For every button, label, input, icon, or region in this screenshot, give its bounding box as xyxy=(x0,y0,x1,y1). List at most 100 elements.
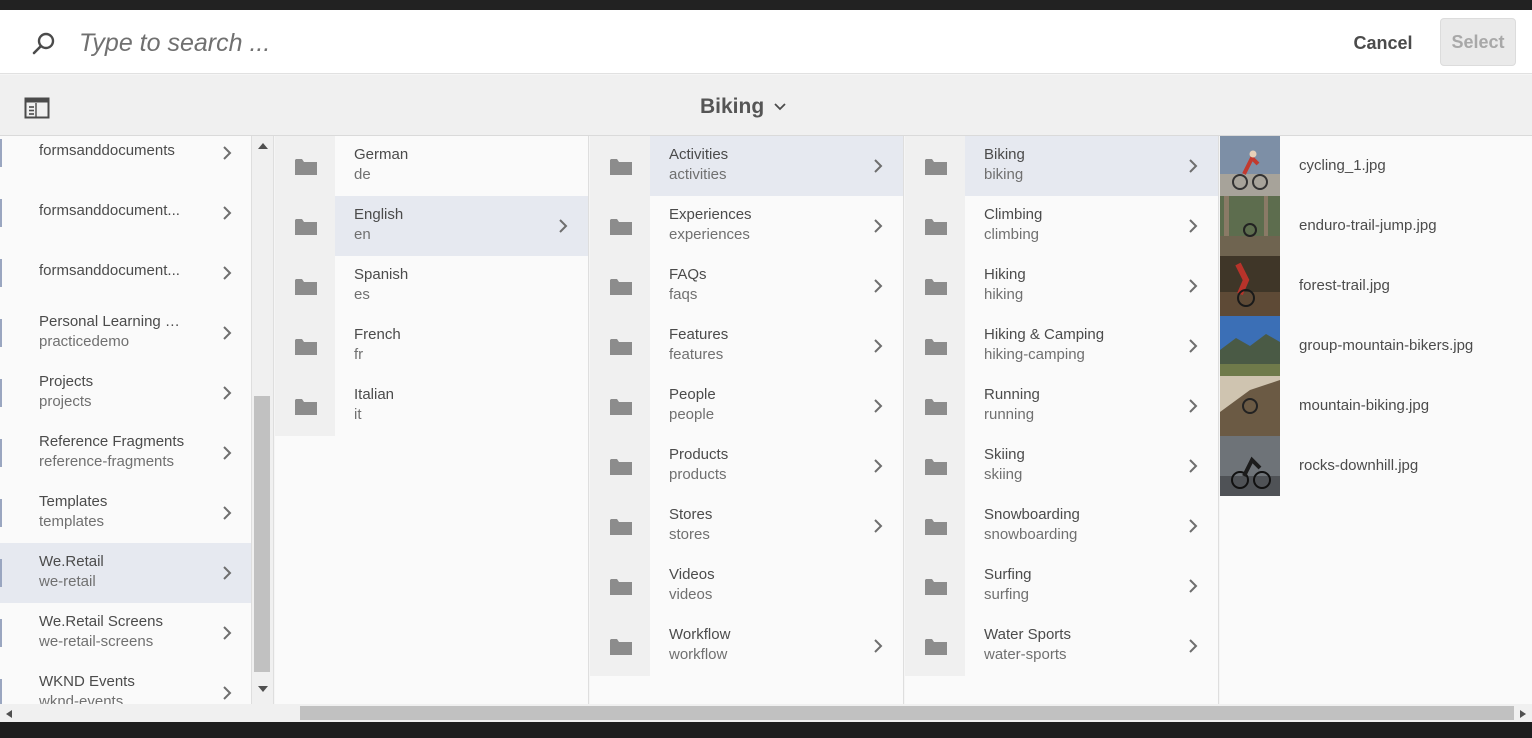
image-thumbnail xyxy=(1220,376,1280,436)
scroll-right-arrow-icon[interactable] xyxy=(1519,709,1527,719)
item-title: People xyxy=(669,386,716,403)
list-item[interactable]: WKND Events wknd-events xyxy=(0,663,251,704)
list-item[interactable]: Snowboarding snowboarding xyxy=(905,496,1218,556)
chevron-right-icon xyxy=(1189,279,1198,293)
list-item[interactable]: We.Retail Screens we-retail-screens xyxy=(0,603,251,663)
image-thumbnail xyxy=(1220,256,1280,316)
item-title: formsanddocument... xyxy=(39,202,180,219)
column-view: formsanddocuments formsanddocument... fo… xyxy=(0,136,1532,704)
row-edge xyxy=(0,139,2,167)
list-item[interactable]: German de xyxy=(275,136,588,196)
list-item[interactable]: FAQs faqs xyxy=(590,256,903,316)
row-edge xyxy=(0,259,2,287)
list-item[interactable]: Skiing skiing xyxy=(905,436,1218,496)
list-item[interactable]: Spanish es xyxy=(275,256,588,316)
asset-item[interactable]: forest-trail.jpg xyxy=(1220,256,1532,316)
scroll-up-arrow-icon[interactable] xyxy=(257,142,269,150)
folder-icon xyxy=(295,279,317,295)
scroll-down-arrow-icon[interactable] xyxy=(257,685,269,693)
row-edge xyxy=(0,379,2,407)
item-subtitle: features xyxy=(669,346,724,363)
chevron-down-icon xyxy=(774,103,786,111)
list-item[interactable]: Workflow workflow xyxy=(590,616,903,676)
item-title: Snowboarding xyxy=(984,506,1080,523)
asset-title: cycling_1.jpg xyxy=(1299,157,1386,174)
list-item[interactable]: Products products xyxy=(590,436,903,496)
search-header: Cancel Select xyxy=(0,10,1532,74)
item-subtitle: hiking-camping xyxy=(984,346,1085,363)
list-item[interactable]: People people xyxy=(590,376,903,436)
list-item[interactable]: Italian it xyxy=(275,376,588,436)
list-item[interactable]: Experiences experiences xyxy=(590,196,903,256)
horizontal-scrollbar[interactable] xyxy=(0,704,1532,722)
list-item-selected[interactable]: Biking biking xyxy=(905,136,1218,196)
backdrop-bottom xyxy=(0,722,1532,738)
folder-thumbnail xyxy=(905,556,965,616)
asset-item[interactable]: enduro-trail-jump.jpg xyxy=(1220,196,1532,256)
current-folder-title[interactable]: Biking xyxy=(700,92,786,122)
list-item[interactable]: Personal Learning D... practicedemo xyxy=(0,303,251,363)
chevron-right-icon xyxy=(1189,219,1198,233)
item-subtitle: fr xyxy=(354,346,364,363)
list-item-selected[interactable]: We.Retail we-retail xyxy=(0,543,251,603)
item-title: Water Sports xyxy=(984,626,1071,643)
scroll-left-arrow-icon[interactable] xyxy=(5,709,13,719)
item-title: German xyxy=(354,146,409,163)
row-edge xyxy=(0,559,2,587)
folder-thumbnail xyxy=(590,196,650,256)
item-subtitle: hiking xyxy=(984,286,1024,303)
list-item[interactable]: Templates templates xyxy=(0,483,251,543)
folder-icon xyxy=(295,339,317,355)
asset-item[interactable]: cycling_1.jpg xyxy=(1220,136,1532,196)
folder-icon xyxy=(295,399,317,415)
list-item[interactable]: formsanddocument... xyxy=(0,183,251,243)
list-item[interactable]: Stores stores xyxy=(590,496,903,556)
chevron-right-icon xyxy=(559,219,568,233)
folder-thumbnail xyxy=(590,136,650,196)
column-root-scrollbar[interactable] xyxy=(252,136,274,704)
list-item[interactable]: Features features xyxy=(590,316,903,376)
list-item[interactable]: Climbing climbing xyxy=(905,196,1218,256)
asset-item[interactable]: group-mountain-bikers.jpg xyxy=(1220,316,1532,376)
row-edge xyxy=(0,439,2,467)
folder-thumbnail xyxy=(905,496,965,556)
list-item-selected[interactable]: English en xyxy=(275,196,588,256)
cancel-button[interactable]: Cancel xyxy=(1340,23,1426,63)
item-title: Running xyxy=(984,386,1040,403)
list-item[interactable]: formsanddocument... xyxy=(0,243,251,303)
scrollbar-thumb[interactable] xyxy=(300,706,1514,720)
row-edge xyxy=(0,679,2,704)
list-item-selected[interactable]: Activities activities xyxy=(590,136,903,196)
select-button[interactable]: Select xyxy=(1440,18,1516,66)
rail-toggle-icon[interactable] xyxy=(24,97,50,119)
asset-item[interactable]: rocks-downhill.jpg xyxy=(1220,436,1532,496)
list-item[interactable]: Projects projects xyxy=(0,363,251,423)
chevron-right-icon xyxy=(1189,579,1198,593)
list-item[interactable]: Hiking & Camping hiking-camping xyxy=(905,316,1218,376)
list-item[interactable]: Reference Fragments reference-fragments xyxy=(0,423,251,483)
item-subtitle: it xyxy=(354,406,362,423)
item-title: formsanddocuments xyxy=(39,142,175,159)
chevron-right-icon xyxy=(1189,399,1198,413)
list-item[interactable]: Surfing surfing xyxy=(905,556,1218,616)
folder-icon xyxy=(925,639,947,655)
list-item[interactable]: Videos videos xyxy=(590,556,903,616)
folder-icon xyxy=(295,219,317,235)
list-item[interactable]: French fr xyxy=(275,316,588,376)
item-subtitle: en xyxy=(354,226,371,243)
list-item[interactable]: Water Sports water-sports xyxy=(905,616,1218,676)
item-title: Hiking & Camping xyxy=(984,326,1105,343)
asset-item[interactable]: mountain-biking.jpg xyxy=(1220,376,1532,436)
chevron-right-icon xyxy=(1189,159,1198,173)
list-item[interactable]: Hiking hiking xyxy=(905,256,1218,316)
list-item[interactable]: Running running xyxy=(905,376,1218,436)
list-item[interactable]: formsanddocuments xyxy=(0,136,251,183)
search-input[interactable] xyxy=(72,22,972,64)
row-edge xyxy=(0,199,2,227)
folder-icon xyxy=(610,519,632,535)
row-edge xyxy=(0,619,2,647)
chevron-right-icon xyxy=(223,326,232,340)
row-edge xyxy=(0,499,2,527)
folder-thumbnail xyxy=(905,376,965,436)
scrollbar-thumb[interactable] xyxy=(254,396,270,672)
